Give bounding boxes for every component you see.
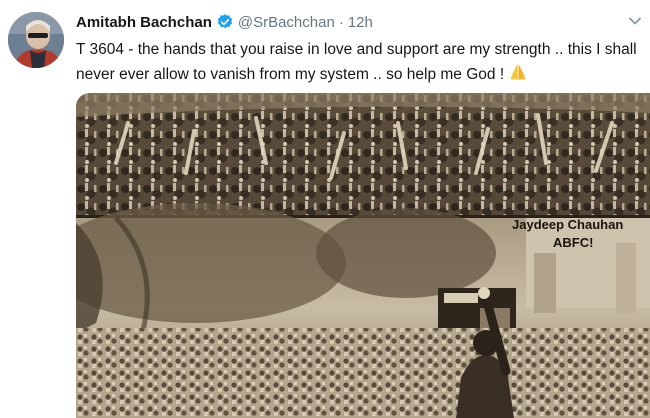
separator-dot: · — [338, 13, 344, 31]
author-name[interactable]: Amitabh Bachchan — [76, 14, 212, 31]
tweet-header: Amitabh Bachchan @SrBachchan · 12h — [76, 12, 373, 32]
tweet-text-container: T 3604 - the hands that you raise in lov… — [76, 38, 646, 87]
chevron-down-icon[interactable] — [628, 14, 642, 28]
avatar[interactable] — [8, 12, 64, 68]
crowd-photo — [76, 93, 650, 418]
folded-hands-icon — [510, 64, 526, 80]
verified-badge-icon — [217, 14, 232, 29]
watermark-org: ABFC! — [553, 235, 594, 250]
avatar-image — [8, 12, 64, 68]
tweet-media-image[interactable]: Jaydeep Chauhan ABFC! — [76, 93, 650, 418]
tweet-text: T 3604 - the hands that you raise in lov… — [76, 41, 637, 83]
watermark-name: Jaydeep Chauhan — [512, 217, 624, 232]
tweet-timestamp[interactable]: 12h — [348, 14, 373, 31]
author-handle[interactable]: @SrBachchan — [238, 14, 335, 31]
